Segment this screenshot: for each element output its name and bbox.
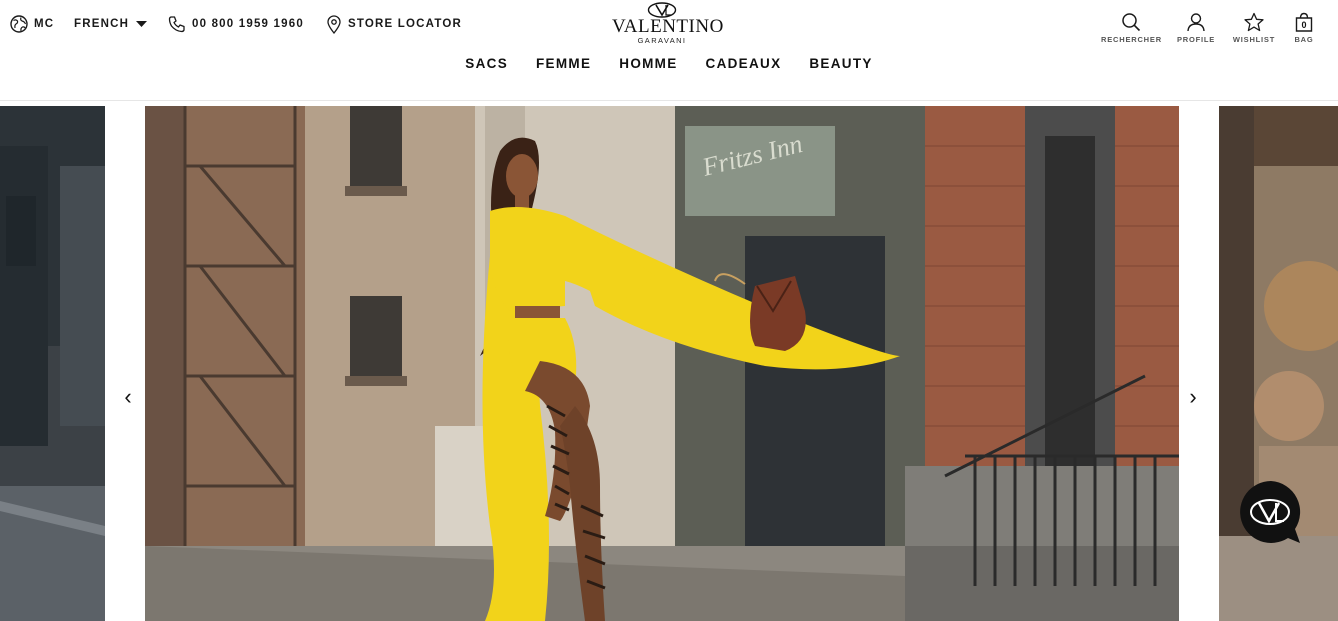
brand-logo[interactable]: VALENTINO GARAVANI [612,0,724,50]
logo-subline: GARAVANI [637,36,687,45]
store-locator-label: STORE LOCATOR [348,18,462,30]
carousel-prev-slide-preview[interactable] [0,106,105,621]
bag-button[interactable]: 0 BAG [1274,12,1334,44]
globe-icon [10,15,28,33]
phone-icon [168,15,186,33]
nav-item-sacs[interactable]: SACS [465,56,508,71]
region-selector[interactable]: MC [10,14,54,34]
carousel-next-slide-preview[interactable] [1219,106,1338,621]
region-label: MC [34,18,55,30]
user-icon [1166,12,1226,32]
bag-label: BAG [1294,35,1314,44]
profile-button[interactable]: PROFILE [1166,12,1226,44]
nav-item-femme[interactable]: FEMME [536,56,591,71]
store-locator-link[interactable]: STORE LOCATOR [326,14,462,34]
nav-item-homme[interactable]: HOMME [619,56,677,71]
phone-number: 00 800 1959 1960 [192,18,304,30]
carousel-prev-arrow[interactable]: ‹ [116,386,140,410]
language-selector[interactable]: FRENCH [74,14,148,34]
nav-item-cadeaux[interactable]: CADEAUX [706,56,782,71]
street-scene-image-left [0,106,105,621]
search-icon [1101,12,1161,32]
location-pin-icon [326,14,342,34]
main-navigation: SACS FEMME HOMME CADEAUX BEAUTY [0,56,1338,71]
logo-wordmark: VALENTINO [612,16,724,37]
profile-label: PROFILE [1176,35,1216,44]
chat-widget-button[interactable] [1240,481,1302,543]
carousel-next-arrow[interactable]: › [1181,386,1205,410]
phone-link[interactable]: 00 800 1959 1960 [168,14,304,34]
shopping-bag-icon: 0 [1294,12,1314,32]
street-scene-image-right [1219,106,1338,621]
site-header: MC FRENCH 00 800 1959 1960 STORE LOCATOR… [0,0,1338,101]
valentino-vl-monogram-icon [1240,481,1301,543]
language-label: FRENCH [74,18,130,30]
search-button[interactable]: RECHERCHER [1101,12,1161,44]
campaign-hero-image: Fritzs Inn [145,106,1179,621]
caret-down-icon [135,20,148,28]
search-label: RECHERCHER [1101,35,1162,44]
nav-item-beauty[interactable]: BEAUTY [809,56,872,71]
bag-count: 0 [1301,20,1307,30]
carousel-main-slide[interactable]: Fritzs Inn [145,106,1179,621]
